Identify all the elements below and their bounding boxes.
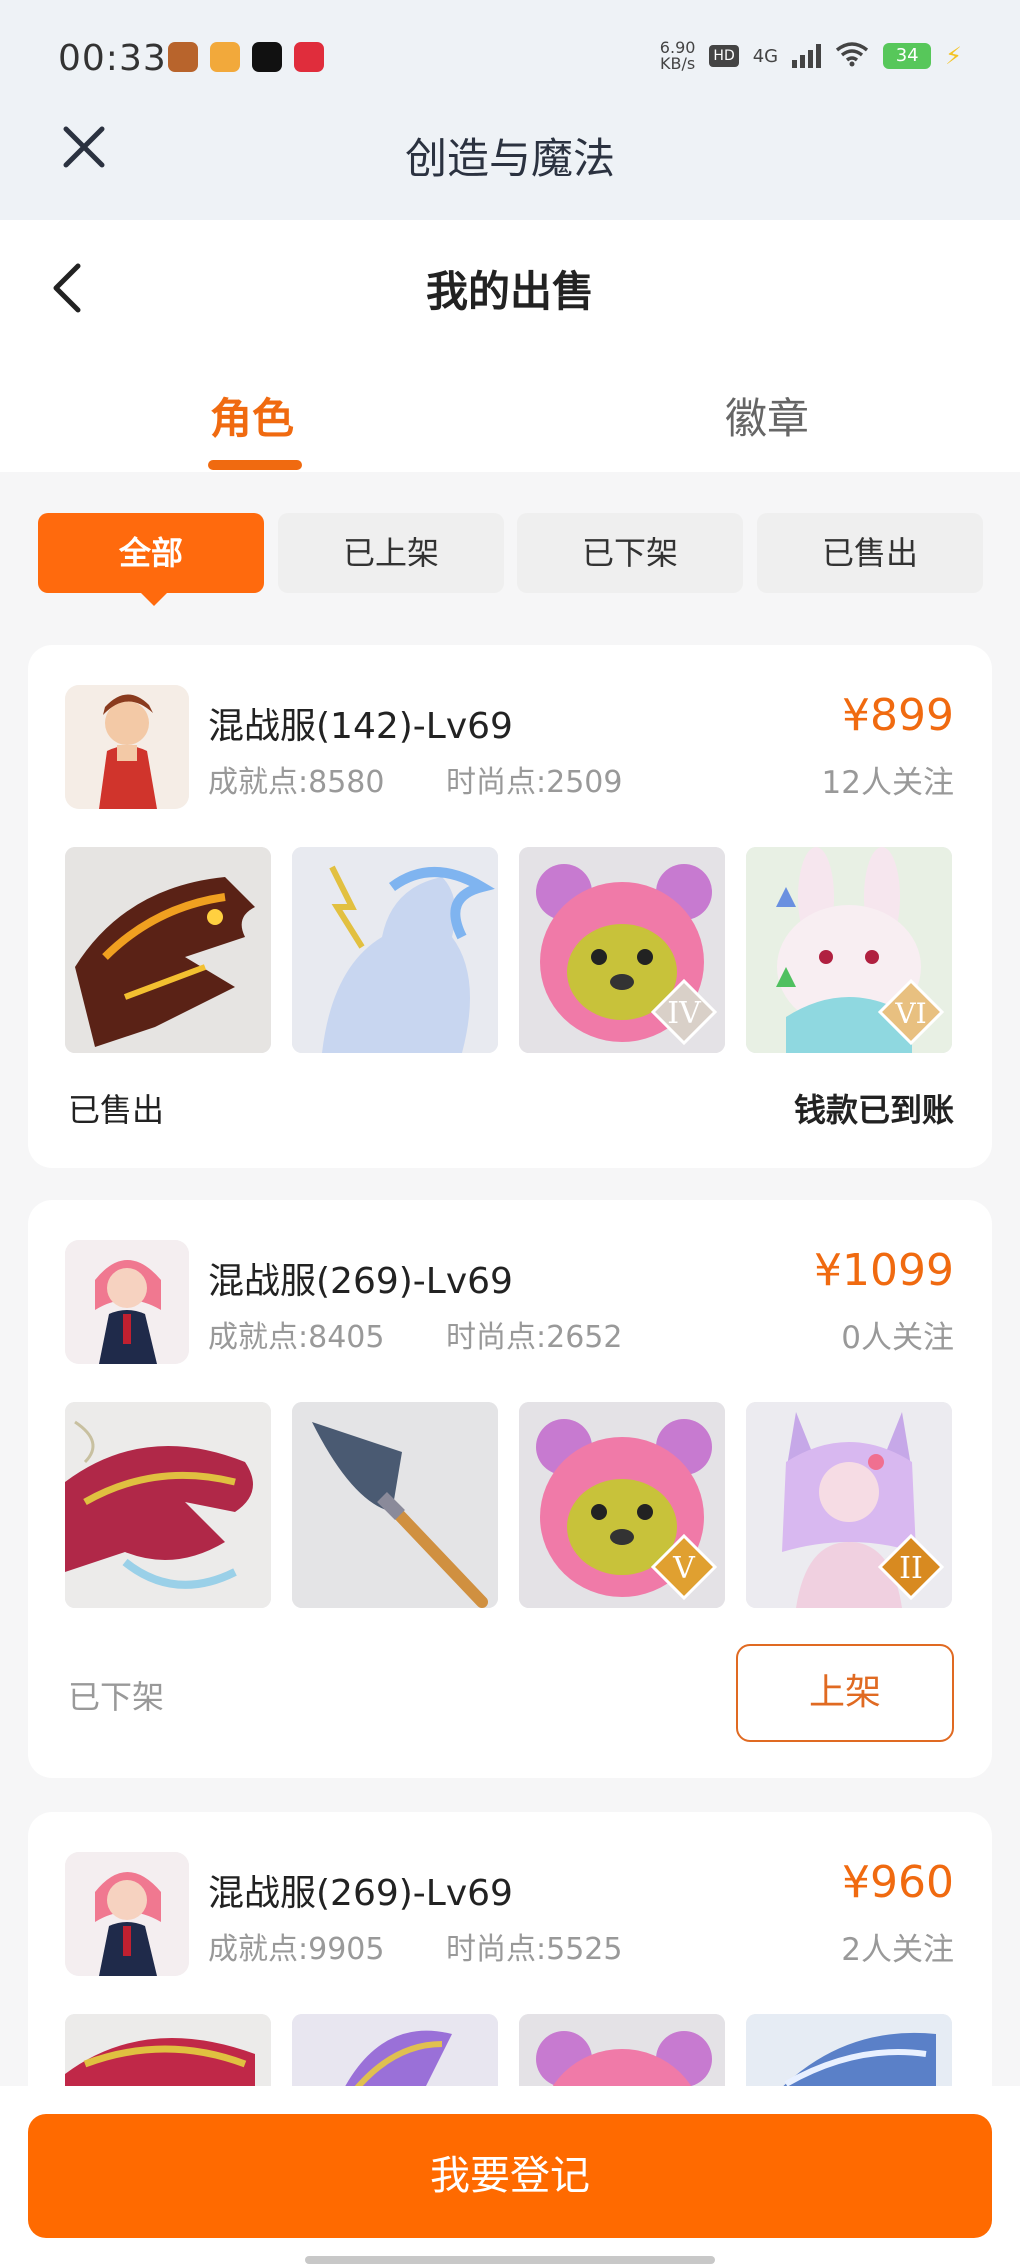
listing-name: 混战服(269)-Lv69 [208,1261,513,1302]
game-app-icon [168,42,198,72]
listing-price: ¥1099 [814,1245,954,1296]
status-app-icons [168,42,324,72]
tab-badge[interactable]: 徽章 [725,385,809,446]
active-tab-underline [208,460,302,470]
item-spear-icon [292,1402,498,1608]
achievement-points: 成就点:8405 [208,1320,385,1355]
network-speed: 6.90 KB/s [659,38,696,73]
svg-text:II: II [899,1551,923,1586]
filter-unlisted[interactable]: 已下架 [517,513,743,593]
listing-price: ¥899 [842,690,954,741]
app-title: 创造与魔法 [404,134,615,183]
network-type-label: 4G [752,45,779,67]
charging-icon: ⚡ [945,42,962,70]
fashion-points: 时尚点:5525 [446,1932,623,1967]
heart-app-icon [294,42,324,72]
hd-icon: HD [709,45,739,67]
home-indicator[interactable] [305,2256,715,2264]
active-filter-caret [138,590,170,606]
tiktok-app-icon [252,42,282,72]
achievement-points: 成就点:8580 [208,765,385,800]
svg-text:IV: IV [667,996,702,1031]
listing-status: 已下架 [68,1678,165,1716]
rank-badge-icon: IV [649,977,719,1047]
listing-status: 已售出 [68,1091,165,1129]
achievement-points: 成就点:9905 [208,1932,385,1967]
tab-role[interactable]: 角色 [210,385,294,446]
follower-count: 2人关注 [841,1932,954,1968]
rank-badge-icon: VI [876,977,946,1047]
signal-bars-icon [792,44,822,68]
item-bunny-icon: VI [746,847,952,1053]
listing-card[interactable]: 混战服(142)-Lv69 成就点:8580 时尚点:2509 ¥899 12人… [28,645,992,1168]
listing-card[interactable]: 混战服(269)-Lv69 成就点:9905 时尚点:5525 ¥960 2人关… [28,1812,992,2220]
item-pink-bear-icon: V [519,1402,725,1608]
fashion-points: 时尚点:2652 [446,1320,623,1355]
wifi-icon [835,41,869,71]
fashion-points: 时尚点:2509 [446,765,623,800]
status-time: 00:33 [58,38,167,79]
avatar [65,685,189,809]
chick-app-icon [210,42,240,72]
svg-text:V: V [672,1551,696,1586]
battery-icon: 34 [883,43,932,69]
follower-count: 0人关注 [841,1320,954,1356]
item-fox-girl-icon: II [746,1402,952,1608]
listing-name: 混战服(269)-Lv69 [208,1873,513,1914]
filter-sold[interactable]: 已售出 [757,513,983,593]
listing-name: 混战服(142)-Lv69 [208,706,513,747]
page-title: 我的出售 [425,267,594,316]
item-red-dragon-icon [65,1402,271,1608]
relist-button[interactable]: 上架 [736,1644,954,1742]
status-bar: 00:33 6.90 KB/s HD 4G 34 ⚡ [0,0,1020,110]
rank-badge-icon: II [876,1532,946,1602]
svg-text:VI: VI [894,997,926,1030]
listing-card[interactable]: 混战服(269)-Lv69 成就点:8405 时尚点:2652 ¥1099 0人… [28,1200,992,1778]
item-thunder-horse-icon [292,847,498,1053]
avatar [65,1240,189,1364]
item-pink-bear-icon: IV [519,847,725,1053]
avatar [65,1852,189,1976]
listing-price: ¥960 [842,1857,954,1908]
rank-badge-icon: V [649,1532,719,1602]
item-dragon-head-icon [65,847,271,1053]
filter-all[interactable]: 全部 [38,513,264,593]
register-button[interactable]: 我要登记 [28,2114,992,2238]
follower-count: 12人关注 [821,765,954,801]
payment-status: 钱款已到账 [793,1091,954,1129]
filter-listed[interactable]: 已上架 [278,513,504,593]
status-indicators: 6.90 KB/s HD 4G 34 ⚡ [660,40,962,72]
